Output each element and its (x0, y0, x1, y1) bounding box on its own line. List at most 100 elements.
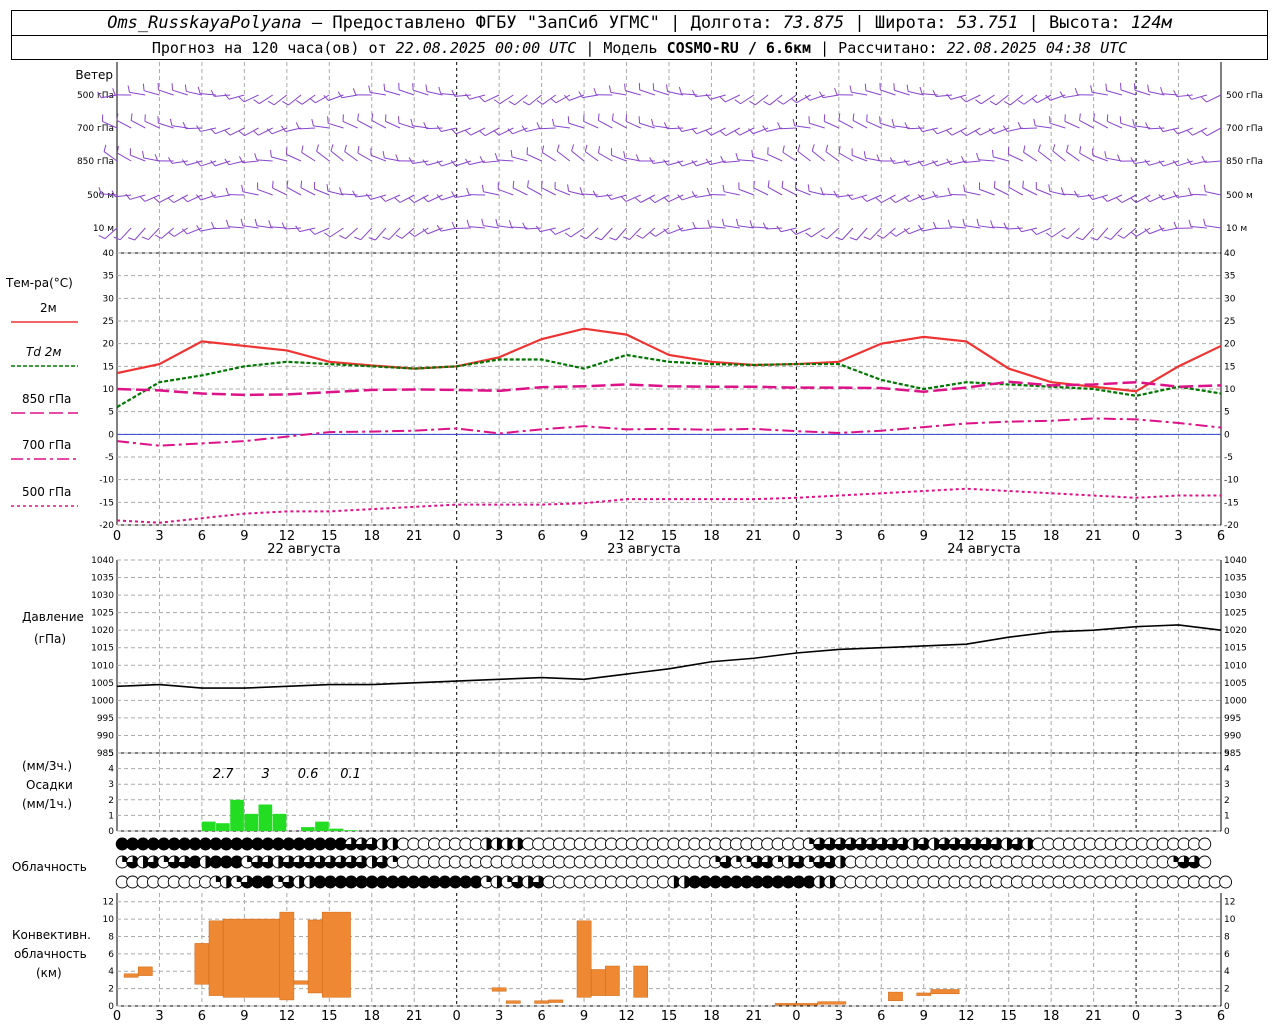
x-tick-label-conv: 15 (661, 1009, 678, 1024)
x-tick-label-conv: 3 (495, 1009, 503, 1024)
wind-barb-staff (993, 156, 1009, 162)
wind-barb-staff (173, 194, 189, 204)
wind-barb-staff (964, 225, 981, 229)
wind-barb-flag (782, 145, 785, 153)
wind-barb-staff (1148, 127, 1165, 130)
precip-label-1: (мм/3ч.) (22, 759, 72, 773)
wind-barb-staff (612, 120, 627, 129)
day-label-2: 23 августа (607, 542, 681, 557)
temp-tick-left: 20 (103, 340, 115, 350)
wind-barb-flag (735, 218, 739, 226)
conv-tick-right: 4 (1224, 967, 1230, 977)
wind-barb-staff (1123, 227, 1137, 239)
wind-barb-staff (316, 150, 330, 162)
wind-barb-staff (882, 227, 896, 239)
wind-barb-staff (667, 127, 684, 130)
wind-barb-staff (780, 127, 797, 130)
wind-barb-flag (919, 86, 923, 94)
wind-barb-staff (629, 227, 642, 240)
wind-barb-flag (181, 159, 187, 166)
wind-barb-staff (780, 227, 797, 233)
pressure-tick-right: 1040 (1224, 556, 1247, 566)
wind-barb-staff (964, 160, 981, 163)
x-tick-label-temp: 21 (1085, 529, 1102, 544)
cloud-panel-label: Облачность (12, 860, 87, 874)
wind-barb-flag (1144, 196, 1151, 203)
wind-barb-flag (316, 144, 320, 152)
wind-barb-flag (651, 118, 654, 126)
wind-barb-flag (466, 219, 470, 227)
wind-barb-flag (127, 85, 131, 93)
wind-barb-staff (440, 127, 457, 132)
temp-tick-right: 40 (1224, 249, 1236, 259)
wind-barb-staff (783, 94, 797, 105)
wind-barb-staff (908, 227, 924, 235)
wind-barb-staff (1008, 186, 1024, 196)
wind-barb-flag (330, 144, 334, 152)
wind-barb-flag (1060, 187, 1064, 195)
x-tick-label-conv: 6 (877, 1009, 885, 1024)
temp-tick-right: 35 (1224, 272, 1235, 282)
wind-barb-staff (1093, 120, 1109, 129)
wind-barb-flag (541, 180, 543, 188)
wind-barb-flag (608, 85, 612, 93)
wind-barb-flag (649, 231, 656, 237)
wind-barb-flag (623, 151, 626, 159)
wind-barb-flag (339, 187, 343, 195)
wind-barb-staff (1205, 191, 1222, 196)
wind-barb-flag (368, 85, 371, 93)
conv-cloud-bar (548, 999, 564, 1003)
wind-barb-staff (922, 127, 939, 133)
wind-barb-staff (374, 227, 387, 241)
pressure-tick-right: 1025 (1224, 609, 1247, 619)
wind-barb-flag (508, 220, 512, 228)
wind-barb-flag (1023, 145, 1026, 153)
wind-barb-flag (665, 84, 669, 92)
wind-barb-staff (158, 89, 174, 96)
temp-tick-left: -15 (99, 498, 114, 508)
wind-barb-staff (681, 127, 698, 133)
wind-barb-flag (422, 159, 428, 166)
wind-barb-staff (129, 91, 146, 96)
wind-barb-flag (706, 187, 711, 195)
wind-barb-flag (1188, 187, 1192, 195)
wind-barb-flag (408, 157, 414, 164)
precip-bar (244, 813, 259, 831)
wind-barb-staff (1051, 227, 1066, 238)
wind-barb-flag (481, 184, 484, 192)
wind-barb-staff (994, 187, 1009, 196)
wind-barb-flag (252, 130, 259, 136)
wind-barb-flag (962, 218, 966, 226)
wind-barb-staff (242, 160, 259, 164)
wind-barb-flag (267, 100, 275, 106)
wind-barb-flag (479, 130, 486, 137)
wind-level-label-left: 500 гПа (77, 91, 114, 101)
temp-tick-right: -15 (1224, 498, 1239, 508)
wind-barb-flag (889, 197, 896, 203)
wind-barb-staff (781, 187, 797, 196)
wind-barb-flag (168, 231, 175, 237)
pressure-tick-left: 1015 (91, 644, 114, 654)
precip-3h-label: 0.1 (340, 767, 361, 782)
precip-bar (201, 821, 216, 831)
wind-barb-staff (1021, 227, 1038, 233)
wind-barb-staff (370, 91, 387, 96)
wind-barb-staff (328, 122, 344, 129)
wind-barb-flag (990, 220, 994, 228)
wind-barb-staff (1120, 89, 1137, 96)
wind-barb-flag (481, 218, 484, 226)
wind-barb-flag (947, 187, 951, 195)
wind-barb-staff (1079, 119, 1094, 129)
wind-barb-staff (639, 89, 656, 96)
wind-barb-flag (594, 236, 602, 241)
wind-panel: 500 гПа 500 гПа 700 гПа 700 гПа 850 гПа 850 г… (77, 82, 1263, 241)
wind-barb-flag (1061, 235, 1068, 240)
conv-cloud-bar (534, 1000, 549, 1004)
wind-barb-flag (976, 152, 980, 160)
wind-barb-staff (1038, 150, 1052, 162)
wind-level-label-left: 10 м (93, 224, 114, 234)
wind-barb-staff (300, 187, 316, 196)
wind-barb-staff (483, 225, 500, 229)
wind-barb-flag (451, 89, 456, 97)
wind-barb-staff (498, 188, 514, 196)
